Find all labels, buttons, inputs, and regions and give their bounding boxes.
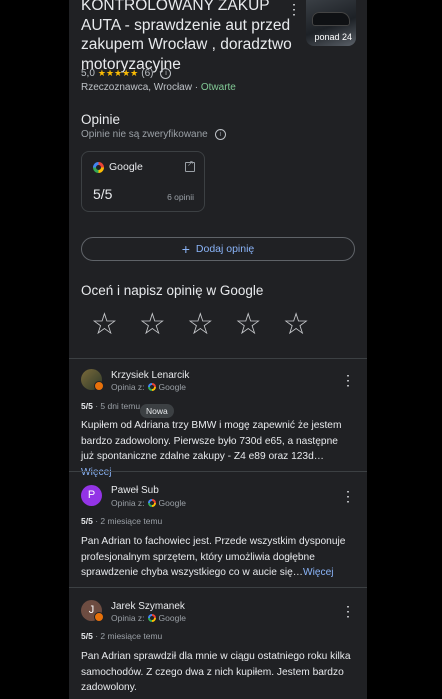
review-source-name: Google	[158, 382, 186, 392]
review-author[interactable]: Paweł Sub	[111, 485, 159, 496]
review-more-icon[interactable]: ⋮	[341, 489, 355, 503]
open-status: Otwarte	[200, 82, 236, 93]
card-count: 6 opinii	[167, 192, 194, 202]
google-icon	[147, 499, 156, 507]
avatar[interactable]: P	[81, 485, 102, 506]
google-reviews-card[interactable]: Google 5/5 6 opinii	[81, 151, 205, 212]
review-time: · 2 miesiące temu	[92, 516, 163, 526]
place-title: KONTROLOWANY ZAKUP AUTA - sprawdzenie au…	[81, 0, 292, 73]
new-badge: Nowa	[140, 404, 174, 418]
review-text: Pan Adrian to fachowiec jest. Przede wsz…	[81, 534, 351, 581]
review-score: 5/5	[81, 631, 93, 641]
divider	[69, 587, 367, 588]
review-body: Kupiłem od Adriana trzy BMW i mogę zapew…	[81, 420, 342, 462]
review-source-name: Google	[158, 498, 186, 508]
category-row: Rzeczoznawca, Wrocław · Otwarte	[81, 82, 236, 93]
rate-heading: Oceń i napisz opinię w Google	[81, 283, 264, 298]
card-score: 5/5	[93, 186, 113, 202]
star-icon-1[interactable]: ☆	[91, 309, 118, 341]
google-icon	[147, 383, 156, 391]
rating-row: 5,0 ★★★★★ (6) i	[81, 68, 172, 79]
info-icon[interactable]: i	[214, 129, 226, 140]
review-author[interactable]: Krzysiek Lenarcik	[111, 370, 189, 381]
review-source: Opinia z: Google	[111, 613, 186, 623]
info-icon[interactable]: i	[160, 68, 172, 79]
review-count[interactable]: (6)	[141, 68, 153, 79]
review-source-prefix: Opinia z:	[111, 613, 145, 623]
review-source-prefix: Opinia z:	[111, 498, 145, 508]
place-panel: KONTROLOWANY ZAKUP AUTA - sprawdzenie au…	[69, 0, 367, 699]
local-guide-badge-icon	[94, 381, 104, 391]
review-source: Opinia z: Google	[111, 382, 186, 392]
divider	[69, 358, 367, 359]
reviews-disclaimer: Opinie nie są zweryfikowane i	[81, 129, 226, 140]
card-source: Google	[93, 161, 143, 173]
review-source: Opinia z: Google	[111, 498, 186, 508]
review-score: 5/5	[81, 516, 93, 526]
review-time: · 5 dni temu	[92, 401, 141, 411]
review-source-name: Google	[158, 613, 186, 623]
review-more-icon[interactable]: ⋮	[341, 373, 355, 387]
reviews-disclaimer-text: Opinie nie są zweryfikowane	[81, 129, 208, 140]
car-image	[312, 12, 350, 26]
local-guide-badge-icon	[94, 612, 104, 622]
rating-stars-icon: ★★★★★	[97, 68, 139, 78]
reviews-heading: Opinie	[81, 112, 121, 127]
review-time: · 2 miesiące temu	[92, 631, 163, 641]
review-author[interactable]: Jarek Szymanek	[111, 601, 185, 612]
add-review-label: Dodaj opinię	[195, 243, 255, 255]
review-body: Pan Adrian sprawdził dla mnie w ciągu os…	[81, 651, 351, 693]
card-source-label: Google	[109, 161, 143, 173]
rating-value: 5,0	[81, 68, 95, 79]
review-source-prefix: Opinia z:	[111, 382, 145, 392]
plus-icon: +	[181, 241, 190, 257]
star-icon-4[interactable]: ☆	[235, 309, 262, 341]
google-icon	[93, 161, 104, 173]
star-icon-2[interactable]: ☆	[139, 309, 166, 341]
category: Rzeczoznawca, Wrocław	[81, 82, 192, 93]
review-meta: 5/5 · 2 miesiące temu	[81, 631, 162, 641]
avatar[interactable]: J	[81, 600, 104, 622]
place-photo[interactable]: ponad 24	[306, 0, 356, 46]
review-text: Pan Adrian sprawdził dla mnie w ciągu os…	[81, 649, 351, 696]
review-score: 5/5	[81, 401, 93, 411]
avatar-initial: P	[81, 485, 102, 506]
separator: ·	[191, 82, 201, 93]
rating-stars-input: ☆ ☆ ☆ ☆ ☆	[91, 309, 310, 341]
review-meta: 5/5 · 2 miesiące temu	[81, 516, 162, 526]
avatar[interactable]	[81, 369, 104, 391]
read-more-link[interactable]: Więcej	[303, 567, 334, 578]
read-more-link[interactable]: Więcej	[81, 467, 112, 478]
open-external-icon[interactable]	[185, 159, 195, 172]
review-more-icon[interactable]: ⋮	[341, 604, 355, 618]
star-icon-5[interactable]: ☆	[283, 309, 310, 341]
star-icon-3[interactable]: ☆	[187, 309, 214, 341]
more-options-icon[interactable]: ⋮	[287, 2, 301, 16]
divider	[69, 471, 367, 472]
google-icon	[147, 614, 156, 622]
review-meta: 5/5 · 5 dni temu	[81, 401, 140, 411]
add-review-button[interactable]: + Dodaj opinię	[81, 237, 355, 261]
photo-count-label: ponad 24	[314, 32, 352, 42]
